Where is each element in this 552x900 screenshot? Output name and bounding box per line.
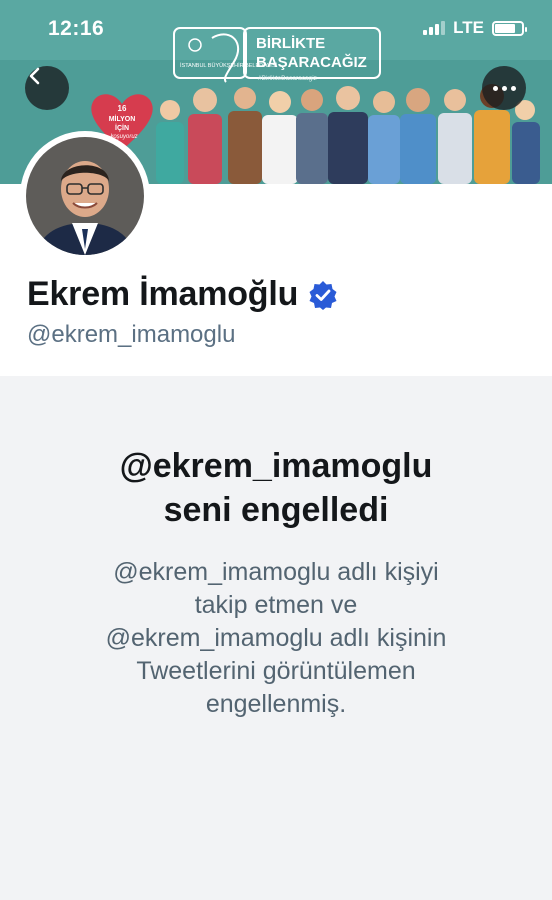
hashtag: #BirlikteBasaracagiz [258, 75, 317, 82]
status-indicators: LTE [423, 18, 527, 38]
blocked-title: @ekrem_imamoglu seni engelledi [119, 447, 433, 529]
svg-text:İÇİN: İÇİN [115, 124, 129, 132]
status-time: 12:16 [48, 17, 105, 40]
profile-name-row: Ekrem İmamoğlu [27, 275, 338, 314]
slogan-line1: BİRLİKTE [256, 35, 325, 52]
more-options-button[interactable] [482, 66, 526, 110]
profile-avatar[interactable] [20, 131, 150, 261]
signal-icon [423, 21, 446, 35]
battery-icon [492, 20, 527, 36]
verified-badge-icon[interactable] [308, 280, 338, 310]
blocked-notice: @ekrem_imamoglu seni engelledi @ekrem_im… [0, 376, 552, 900]
slogan-line2: BAŞARACAĞIZ [256, 53, 367, 71]
svg-text:MİLYON: MİLYON [109, 115, 136, 123]
network-type: LTE [453, 18, 484, 37]
illustrated-people [156, 84, 540, 184]
profile-name: Ekrem İmamoğlu [27, 275, 299, 313]
back-button[interactable] [25, 66, 69, 110]
chevron-left-icon [29, 67, 40, 85]
svg-text:16: 16 [118, 104, 127, 113]
profile-handle: @ekrem_imamoglu [27, 321, 236, 348]
more-icon [492, 85, 516, 91]
blocked-description: @ekrem_imamoglu adlı kişiyi takip etmen … [105, 558, 447, 718]
avatar-photo [26, 137, 144, 255]
